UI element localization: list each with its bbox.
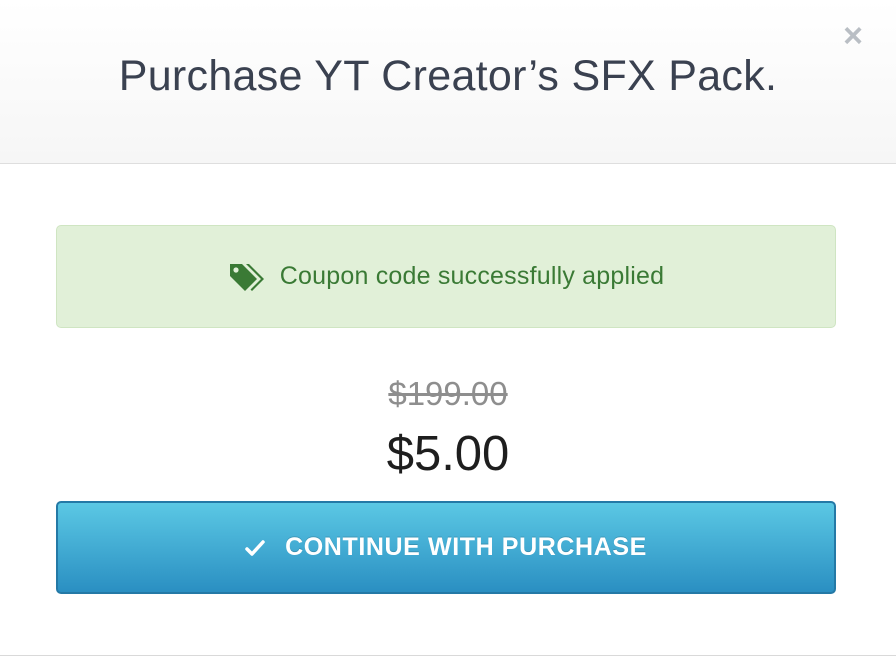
modal-header: Purchase YT Creator’s SFX Pack. × [0,0,896,164]
purchase-modal: Purchase YT Creator’s SFX Pack. × Coupon… [0,0,896,656]
tags-icon [229,263,264,291]
continue-button-label: CONTINUE WITH PURCHASE [285,533,647,561]
coupon-success-alert: Coupon code successfully applied [56,225,836,328]
modal-title: Purchase YT Creator’s SFX Pack. [118,52,778,100]
check-icon [245,539,265,556]
continue-with-purchase-button[interactable]: CONTINUE WITH PURCHASE [56,501,836,594]
close-icon[interactable]: × [839,19,867,53]
coupon-message: Coupon code successfully applied [279,262,665,290]
discounted-price: $5.00 [386,427,510,481]
original-price: $199.00 [388,375,508,412]
